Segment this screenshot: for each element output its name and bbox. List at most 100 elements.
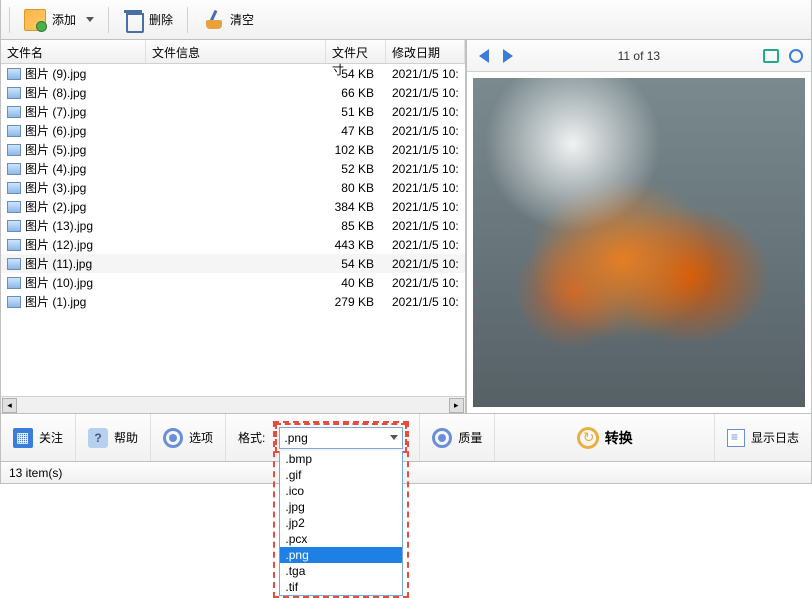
options-label: 选项 [189,429,213,446]
separator [187,7,188,33]
file-info [146,168,326,170]
qr-icon [13,428,33,448]
table-row[interactable]: 图片 (13).jpg85 KB2021/1/5 10: [1,216,465,235]
quality-label: 质量 [458,429,482,446]
image-file-icon [7,106,21,118]
file-name: 图片 (11).jpg [25,255,92,272]
autumn-leaves-preview [473,78,805,407]
col-size[interactable]: 文件尺寸 [326,40,386,63]
format-option[interactable]: .gif [280,467,402,483]
file-name: 图片 (4).jpg [25,160,86,177]
file-name: 图片 (8).jpg [25,84,86,101]
table-row[interactable]: 图片 (12).jpg443 KB2021/1/5 10: [1,235,465,254]
help-icon: ? [88,428,108,448]
image-file-icon [7,220,21,232]
chevron-down-icon [390,435,398,440]
prev-image-button[interactable] [479,49,489,63]
fullscreen-icon[interactable] [763,49,779,63]
table-row[interactable]: 图片 (11).jpg54 KB2021/1/5 10: [1,254,465,273]
format-option[interactable]: .ico [280,483,402,499]
file-date: 2021/1/5 10: [386,180,465,196]
next-image-button[interactable] [503,49,513,63]
file-name: 图片 (13).jpg [25,217,93,234]
format-highlight: .png .bmp.gif.ico.jpg.jp2.pcx.png.tga.ti… [275,423,407,453]
format-option[interactable]: .tif [280,579,402,595]
table-row[interactable]: 图片 (5).jpg102 KB2021/1/5 10: [1,140,465,159]
horizontal-scrollbar[interactable]: ◂ ▸ [1,396,465,413]
table-body: 图片 (9).jpg54 KB2021/1/5 10:图片 (8).jpg66 … [1,64,465,396]
gear-icon [163,428,183,448]
table-row[interactable]: 图片 (6).jpg47 KB2021/1/5 10: [1,121,465,140]
table-header: 文件名 文件信息 文件尺寸 修改日期 [1,40,465,64]
status-bar: 13 item(s) [0,462,812,484]
format-option[interactable]: .jpg [280,499,402,515]
separator [9,7,10,33]
file-size: 384 KB [326,199,386,215]
scroll-right-icon[interactable]: ▸ [449,398,464,413]
preview-panel: 11 of 13 [467,40,811,413]
file-name: 图片 (10).jpg [25,274,93,291]
image-counter: 11 of 13 [618,49,660,63]
format-dropdown[interactable]: .bmp.gif.ico.jpg.jp2.pcx.png.tga.tif [279,451,403,596]
table-row[interactable]: 图片 (8).jpg66 KB2021/1/5 10: [1,83,465,102]
file-size: 80 KB [326,180,386,196]
format-option[interactable]: .pcx [280,531,402,547]
convert-button[interactable]: 转换 [495,414,715,461]
delete-label: 删除 [149,11,173,28]
format-option[interactable]: .jp2 [280,515,402,531]
file-info [146,244,326,246]
file-size: 279 KB [326,294,386,310]
broom-icon [202,9,224,31]
file-date: 2021/1/5 10: [386,104,465,120]
table-row[interactable]: 图片 (4).jpg52 KB2021/1/5 10: [1,159,465,178]
table-row[interactable]: 图片 (3).jpg 80 KB2021/1/5 10: [1,178,465,197]
file-info [146,149,326,151]
options-button[interactable]: 选项 [151,414,226,461]
show-log-button[interactable]: 显示日志 [715,414,811,461]
file-size: 102 KB [326,142,386,158]
file-name: 图片 (9).jpg [25,65,86,82]
add-button[interactable]: 添加 [16,5,102,35]
file-date: 2021/1/5 10: [386,275,465,291]
help-label: 帮助 [114,429,138,446]
file-date: 2021/1/5 10: [386,142,465,158]
delete-button[interactable]: 删除 [115,5,181,35]
image-file-icon [7,258,21,270]
file-info [146,92,326,94]
top-toolbar: 添加 删除 清空 [0,0,812,40]
file-name: 图片 (3).jpg [25,179,86,196]
image-file-icon [7,277,21,289]
file-list-panel: 文件名 文件信息 文件尺寸 修改日期 图片 (9).jpg54 KB2021/1… [1,40,467,413]
clear-button[interactable]: 清空 [194,5,262,35]
quality-button[interactable]: 质量 [420,414,495,461]
file-name: 图片 (6).jpg [25,122,86,139]
col-date[interactable]: 修改日期 [386,40,465,63]
format-select[interactable]: .png [279,427,403,449]
col-name[interactable]: 文件名 [1,40,146,63]
image-file-icon [7,163,21,175]
col-info[interactable]: 文件信息 [146,40,326,63]
format-selected-value: .png [284,431,307,445]
dropdown-caret-icon[interactable] [86,17,94,22]
table-row[interactable]: 图片 (1).jpg 279 KB2021/1/5 10: [1,292,465,311]
convert-icon [577,427,599,449]
format-option[interactable]: .png [280,547,402,563]
scroll-left-icon[interactable]: ◂ [2,398,17,413]
file-info [146,187,326,189]
settings-preview-icon[interactable] [789,49,803,63]
help-button[interactable]: ? 帮助 [76,414,151,461]
file-date: 2021/1/5 10: [386,161,465,177]
table-row[interactable]: 图片 (9).jpg54 KB2021/1/5 10: [1,64,465,83]
table-row[interactable]: 图片 (10).jpg40 KB2021/1/5 10: [1,273,465,292]
image-file-icon [7,68,21,80]
file-name: 图片 (12).jpg [25,236,93,253]
format-option[interactable]: .tga [280,563,402,579]
format-option[interactable]: .bmp [280,451,402,467]
file-date: 2021/1/5 10: [386,294,465,310]
table-row[interactable]: 图片 (7).jpg51 KB2021/1/5 10: [1,102,465,121]
file-name: 图片 (1).jpg [25,293,86,310]
table-row[interactable]: 图片 (2).jpg384 KB2021/1/5 10: [1,197,465,216]
format-label: 格式: [238,429,265,446]
file-info [146,282,326,284]
follow-button[interactable]: 关注 [1,414,76,461]
